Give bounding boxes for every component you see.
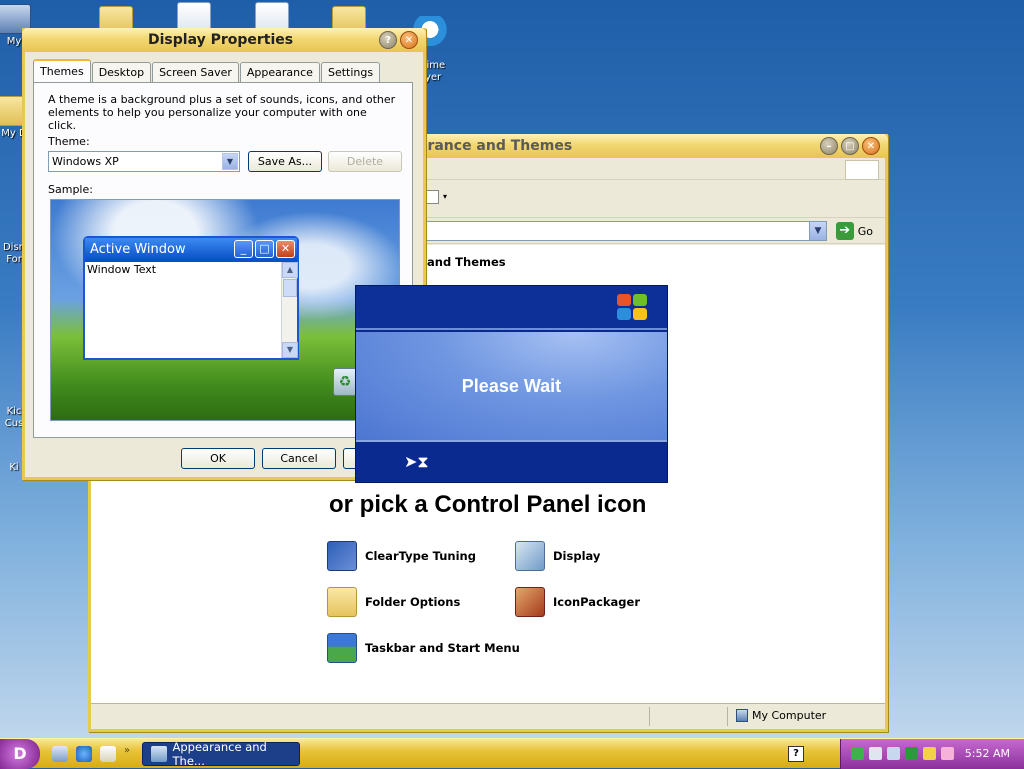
display-properties-titlebar[interactable]: Display Properties ? ✕ (22, 28, 426, 52)
cp-item-label: ClearType Tuning (365, 549, 476, 563)
dialog-title: Display Properties (148, 32, 294, 48)
maximize-icon: □ (255, 240, 274, 258)
tray-wand-icon[interactable] (941, 747, 954, 760)
close-button[interactable]: ✕ (400, 31, 418, 49)
views-dropdown-icon[interactable]: ▾ (443, 192, 447, 201)
computer-icon (736, 709, 748, 722)
go-arrow-icon: ➔ (835, 222, 854, 240)
cp-item-label: Folder Options (365, 595, 461, 609)
status-bar: My Computer (91, 703, 885, 729)
tab-strip: Themes Desktop Screen Saver Appearance S… (33, 59, 381, 82)
clock[interactable]: 5:52 AM (965, 747, 1010, 760)
theme-label: Theme: (48, 135, 90, 148)
please-wait-header (356, 286, 667, 330)
system-tray: 5:52 AM (840, 739, 1024, 769)
theme-select[interactable]: Windows XP ▼ (48, 151, 240, 172)
save-as-button[interactable]: Save As... (248, 151, 322, 172)
please-wait-text: Please Wait (461, 375, 562, 396)
tab-settings[interactable]: Settings (320, 62, 381, 82)
taskbar-button-label: Appearance and The... (172, 740, 267, 768)
desktop-icon-label: Kic Cus (4, 406, 24, 429)
tab-appearance[interactable]: Appearance (239, 62, 320, 82)
tray-device-icon[interactable] (887, 747, 900, 760)
sample-window-titlebar: Active Window _ □ ✕ (85, 238, 297, 260)
category-heading: and Themes (427, 255, 506, 269)
status-location: My Computer (736, 709, 826, 722)
taskbar: D » Appearance and The... ? 5:52 AM (0, 738, 1024, 769)
control-panel-icon (151, 746, 167, 762)
chevron-down-icon[interactable]: ▼ (222, 153, 238, 170)
dialog-controls: ? ✕ (376, 31, 418, 49)
sample-scrollbar: ▲ ▼ (281, 262, 298, 358)
please-wait-dialog: Please Wait ➤⧗ (355, 285, 668, 483)
theme-description: A theme is a background plus a set of so… (48, 93, 396, 132)
tray-refresh-icon[interactable] (851, 747, 864, 760)
go-label: Go (857, 224, 873, 238)
sample-active-window: Active Window _ □ ✕ Window Text ▲ ▼ (83, 236, 299, 360)
cp-item-iconpackager[interactable]: IconPackager (515, 587, 640, 617)
tab-desktop[interactable]: Desktop (91, 62, 152, 82)
tray-magic-icon[interactable] (923, 747, 936, 760)
minimize-button[interactable]: – (820, 137, 838, 155)
sample-window-text: Window Text (87, 263, 157, 276)
display-icon (515, 541, 545, 571)
sample-label: Sample: (48, 183, 93, 196)
please-wait-body: Please Wait (356, 332, 667, 442)
cp-item-cleartype[interactable]: ClearType Tuning (327, 541, 476, 571)
cleartype-icon (327, 541, 357, 571)
minimize-icon: _ (234, 240, 253, 258)
internet-explorer-icon[interactable] (76, 746, 92, 762)
sample-window-controls: _ □ ✕ (234, 240, 295, 258)
hourglass-cursor-icon: ➤⧗ (404, 452, 429, 471)
iconpackager-icon (515, 587, 545, 617)
status-location-label: My Computer (752, 709, 827, 722)
scroll-up-icon: ▲ (282, 262, 298, 278)
status-divider (727, 707, 728, 726)
cp-item-taskbar[interactable]: Taskbar and Start Menu (327, 633, 520, 663)
taskbar-icon (327, 633, 357, 663)
desktop-icon-label: My (6, 36, 22, 47)
cp-item-folder-options[interactable]: Folder Options (327, 587, 460, 617)
windows-flag-icon (845, 160, 879, 180)
theme-sample-preview: Active Window _ □ ✕ Window Text ▲ ▼ ♻ (50, 199, 400, 421)
window-controls: – □ ✕ (817, 137, 880, 155)
cp-item-display[interactable]: Display (515, 541, 600, 571)
views-icon[interactable] (425, 190, 439, 204)
tab-themes[interactable]: Themes (33, 59, 91, 82)
help-icon[interactable]: ? (788, 746, 804, 762)
tray-network-icon[interactable] (869, 747, 882, 760)
start-button[interactable]: D (0, 739, 40, 769)
delete-button[interactable]: Delete (328, 151, 402, 172)
pick-icon-heading: or pick a Control Panel icon (329, 491, 647, 518)
go-button[interactable]: ➔ Go (835, 222, 873, 240)
tray-battery-icon[interactable] (905, 747, 918, 760)
desktop-icon-label: Ki (9, 462, 19, 473)
sample-window-content: Window Text ▲ ▼ (85, 262, 298, 358)
status-divider (649, 707, 650, 726)
cp-item-label: Display (553, 549, 601, 563)
close-button[interactable]: ✕ (862, 137, 880, 155)
show-desktop-icon[interactable] (52, 746, 68, 762)
chevron-down-icon[interactable]: ▼ (809, 222, 826, 240)
windows-logo-icon (617, 294, 649, 322)
media-player-icon[interactable] (100, 746, 116, 762)
maximize-button[interactable]: □ (841, 137, 859, 155)
cp-item-label: Taskbar and Start Menu (365, 641, 520, 655)
taskbar-button-appearance[interactable]: Appearance and The... (142, 740, 300, 768)
window-title: arance and Themes (418, 138, 573, 154)
recycle-bin-icon: ♻ (333, 368, 357, 396)
scroll-thumb (283, 279, 297, 297)
help-button[interactable]: ? (379, 31, 397, 49)
cancel-button[interactable]: Cancel (262, 448, 336, 469)
ok-button[interactable]: OK (181, 448, 255, 469)
address-input[interactable]: ▼ (421, 221, 827, 241)
sample-window-title: Active Window (90, 241, 186, 257)
cp-item-label: IconPackager (553, 595, 640, 609)
tab-screen-saver[interactable]: Screen Saver (152, 62, 239, 82)
quick-launch-more-icon[interactable]: » (124, 745, 130, 756)
close-icon: ✕ (276, 240, 295, 258)
folder-options-icon (327, 587, 357, 617)
scroll-down-icon: ▼ (282, 342, 298, 358)
theme-select-value: Windows XP (52, 155, 119, 168)
